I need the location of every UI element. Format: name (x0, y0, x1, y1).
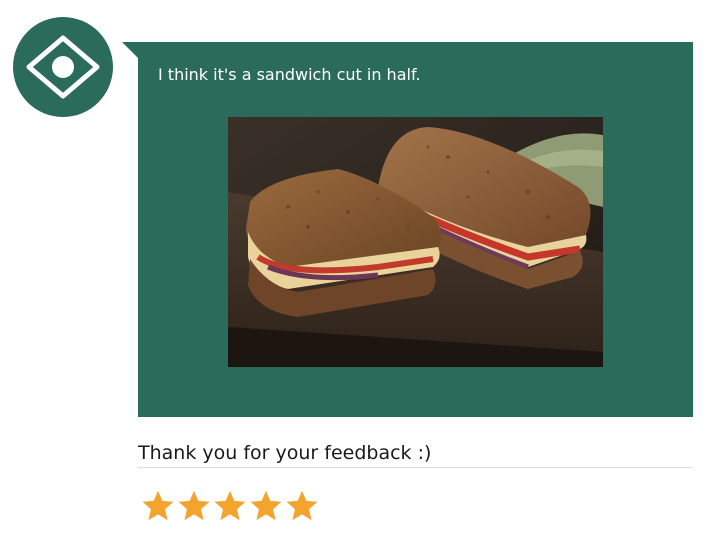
star-rating[interactable] (140, 488, 320, 526)
star-5-icon[interactable] (284, 488, 320, 526)
bot-avatar (13, 17, 113, 117)
eye-icon (26, 35, 100, 99)
feedback-message: Thank you for your feedback :) (138, 442, 693, 468)
star-1-icon[interactable] (140, 488, 176, 526)
bot-message-text: I think it's a sandwich cut in half. (158, 65, 421, 84)
bot-message-bubble: I think it's a sandwich cut in half. (138, 42, 693, 417)
star-2-icon[interactable] (176, 488, 212, 526)
star-3-icon[interactable] (212, 488, 248, 526)
star-4-icon[interactable] (248, 488, 284, 526)
sandwich-photo (228, 117, 603, 367)
